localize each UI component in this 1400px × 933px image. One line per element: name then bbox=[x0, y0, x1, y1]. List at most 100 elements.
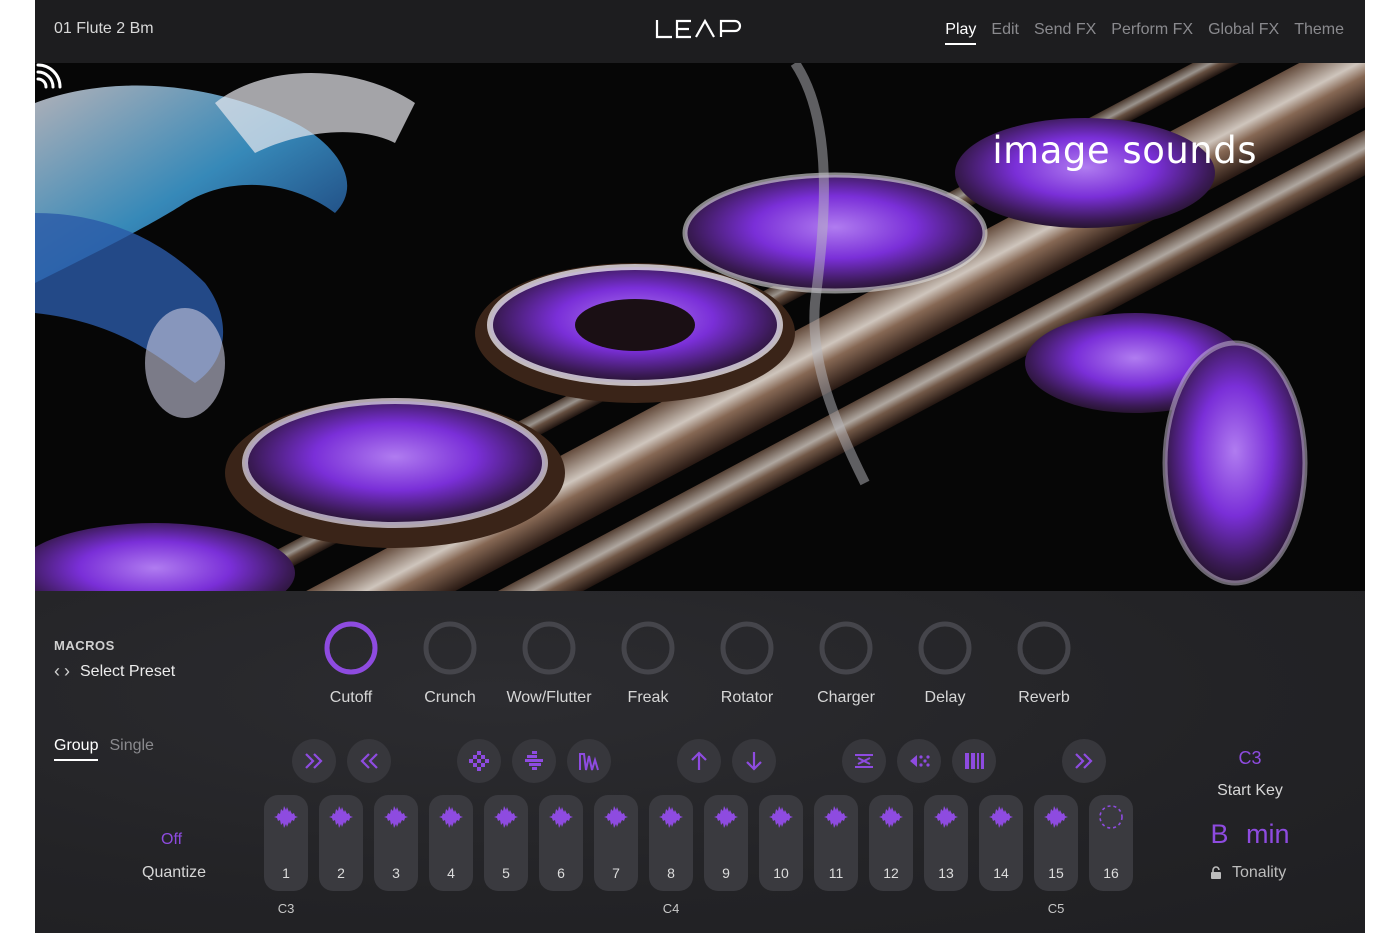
slice-icon bbox=[965, 753, 984, 769]
pad-number: 11 bbox=[828, 865, 844, 881]
sample-pad-13[interactable]: 13 bbox=[924, 795, 968, 891]
tab-global-fx[interactable]: Global FX bbox=[1208, 21, 1279, 45]
knob-dial[interactable] bbox=[817, 619, 875, 677]
knob-dial[interactable] bbox=[1015, 619, 1073, 677]
knob-label: Reverb bbox=[1018, 689, 1070, 706]
macro-knob-crunch[interactable]: Crunch bbox=[415, 619, 485, 707]
knob-dial[interactable] bbox=[421, 619, 479, 677]
knob-label: Wow/Flutter bbox=[506, 689, 592, 706]
tab-group[interactable]: Group bbox=[54, 737, 99, 761]
sample-pad-11[interactable]: 11 bbox=[814, 795, 858, 891]
pitch-up-button[interactable] bbox=[677, 739, 721, 783]
envelope-button[interactable] bbox=[567, 739, 611, 783]
rewind-button[interactable] bbox=[347, 739, 391, 783]
macro-knob-cutoff[interactable]: Cutoff bbox=[316, 619, 386, 707]
note-label: C3 bbox=[277, 901, 295, 916]
tab-play[interactable]: Play bbox=[945, 21, 977, 45]
pad-number: 9 bbox=[722, 865, 730, 881]
sample-pad-14[interactable]: 14 bbox=[979, 795, 1023, 891]
glitch-button[interactable] bbox=[512, 739, 556, 783]
tab-send-fx[interactable]: Send FX bbox=[1034, 21, 1096, 45]
sample-pad-2[interactable]: 2 bbox=[319, 795, 363, 891]
note-label: C5 bbox=[1047, 901, 1065, 916]
macro-knob-freak[interactable]: Freak bbox=[613, 619, 683, 707]
pad-number: 3 bbox=[392, 865, 400, 881]
pad-number: 5 bbox=[502, 865, 510, 881]
knob-label: Crunch bbox=[424, 689, 476, 706]
start-key-value[interactable]: C3 bbox=[1225, 748, 1275, 769]
pad-number: 1 bbox=[282, 865, 290, 881]
pad-number: 2 bbox=[337, 865, 345, 881]
macro-knob-charger[interactable]: Charger bbox=[811, 619, 881, 707]
knob-label: Rotator bbox=[720, 689, 774, 706]
sample-pad-5[interactable]: 5 bbox=[484, 795, 528, 891]
sample-pad-1[interactable]: 1 bbox=[264, 795, 308, 891]
sample-pad-8[interactable]: 8 bbox=[649, 795, 693, 891]
knob-label: Freak bbox=[627, 689, 669, 706]
waveform-icon bbox=[824, 806, 848, 828]
waveform-icon bbox=[714, 806, 738, 828]
waveform-icon bbox=[439, 806, 463, 828]
pad-mode-tabs: Group Single bbox=[54, 737, 154, 761]
sample-pad-10[interactable]: 10 bbox=[759, 795, 803, 891]
preset-name[interactable]: 01 Flute 2 Bm bbox=[54, 20, 154, 38]
lock-icon[interactable] bbox=[1210, 866, 1222, 880]
pad-number: 10 bbox=[773, 865, 789, 881]
pitch-down-button[interactable] bbox=[732, 739, 776, 783]
pitch-down-icon bbox=[746, 752, 762, 771]
fast-forward-button[interactable] bbox=[292, 739, 336, 783]
tab-edit[interactable]: Edit bbox=[991, 21, 1019, 45]
sample-pad-7[interactable]: 7 bbox=[594, 795, 638, 891]
pad-number: 15 bbox=[1048, 865, 1064, 881]
macro-knob-wow-flutter[interactable]: Wow/Flutter bbox=[506, 619, 592, 707]
brand-wordmark: image sounds bbox=[992, 129, 1257, 172]
tab-perform-fx[interactable]: Perform FX bbox=[1111, 21, 1193, 45]
macros-title: MACROS bbox=[54, 638, 115, 653]
stutter-button[interactable] bbox=[457, 739, 501, 783]
knob-dial[interactable] bbox=[718, 619, 776, 677]
macro-knob-delay[interactable]: Delay bbox=[910, 619, 980, 707]
pad-number: 13 bbox=[938, 865, 954, 881]
envelope-icon bbox=[579, 753, 599, 771]
stutter-icon bbox=[469, 751, 489, 771]
reverse-button[interactable] bbox=[842, 739, 886, 783]
scatter-icon bbox=[910, 755, 930, 767]
slice-button[interactable] bbox=[952, 739, 996, 783]
quantize-value[interactable]: Off bbox=[161, 831, 182, 849]
start-key-label: Start Key bbox=[1217, 782, 1283, 799]
fast-forward-icon bbox=[1075, 753, 1093, 769]
flute-artwork-image: image sounds bbox=[35, 63, 1365, 591]
reverse-icon bbox=[855, 754, 873, 768]
waveform-icon bbox=[494, 806, 518, 828]
sample-pad-6[interactable]: 6 bbox=[539, 795, 583, 891]
tab-single[interactable]: Single bbox=[109, 737, 153, 761]
tonality-value[interactable]: B min bbox=[1200, 819, 1300, 850]
rewind-icon bbox=[360, 753, 378, 769]
sample-pad-4[interactable]: 4 bbox=[429, 795, 473, 891]
tonality-label: Tonality bbox=[1232, 864, 1287, 881]
knob-dial[interactable] bbox=[619, 619, 677, 677]
fast-forward-button[interactable] bbox=[1062, 739, 1106, 783]
note-label: C4 bbox=[662, 901, 680, 916]
pad-number: 8 bbox=[667, 865, 675, 881]
leap-logo bbox=[655, 18, 742, 39]
sample-pad-15[interactable]: 15 bbox=[1034, 795, 1078, 891]
chevron-right-icon[interactable]: › bbox=[64, 661, 70, 682]
scatter-button[interactable] bbox=[897, 739, 941, 783]
sample-pad-9[interactable]: 9 bbox=[704, 795, 748, 891]
sample-pad-16[interactable]: 16 bbox=[1089, 795, 1133, 891]
knob-dial[interactable] bbox=[916, 619, 974, 677]
sample-pad-3[interactable]: 3 bbox=[374, 795, 418, 891]
waveform-icon bbox=[384, 806, 408, 828]
macro-preset-selector: ‹ › Select Preset bbox=[54, 661, 175, 682]
select-preset-label[interactable]: Select Preset bbox=[80, 663, 175, 681]
waveform-icon bbox=[989, 806, 1013, 828]
sample-pad-12[interactable]: 12 bbox=[869, 795, 913, 891]
macro-knob-reverb[interactable]: Reverb bbox=[1009, 619, 1079, 707]
macro-knob-rotator[interactable]: Rotator bbox=[712, 619, 782, 707]
tab-theme[interactable]: Theme bbox=[1294, 21, 1344, 45]
knob-dial[interactable] bbox=[322, 619, 380, 677]
quantize-label: Quantize bbox=[142, 864, 207, 881]
knob-dial[interactable] bbox=[520, 619, 578, 677]
chevron-left-icon[interactable]: ‹ bbox=[54, 661, 60, 682]
